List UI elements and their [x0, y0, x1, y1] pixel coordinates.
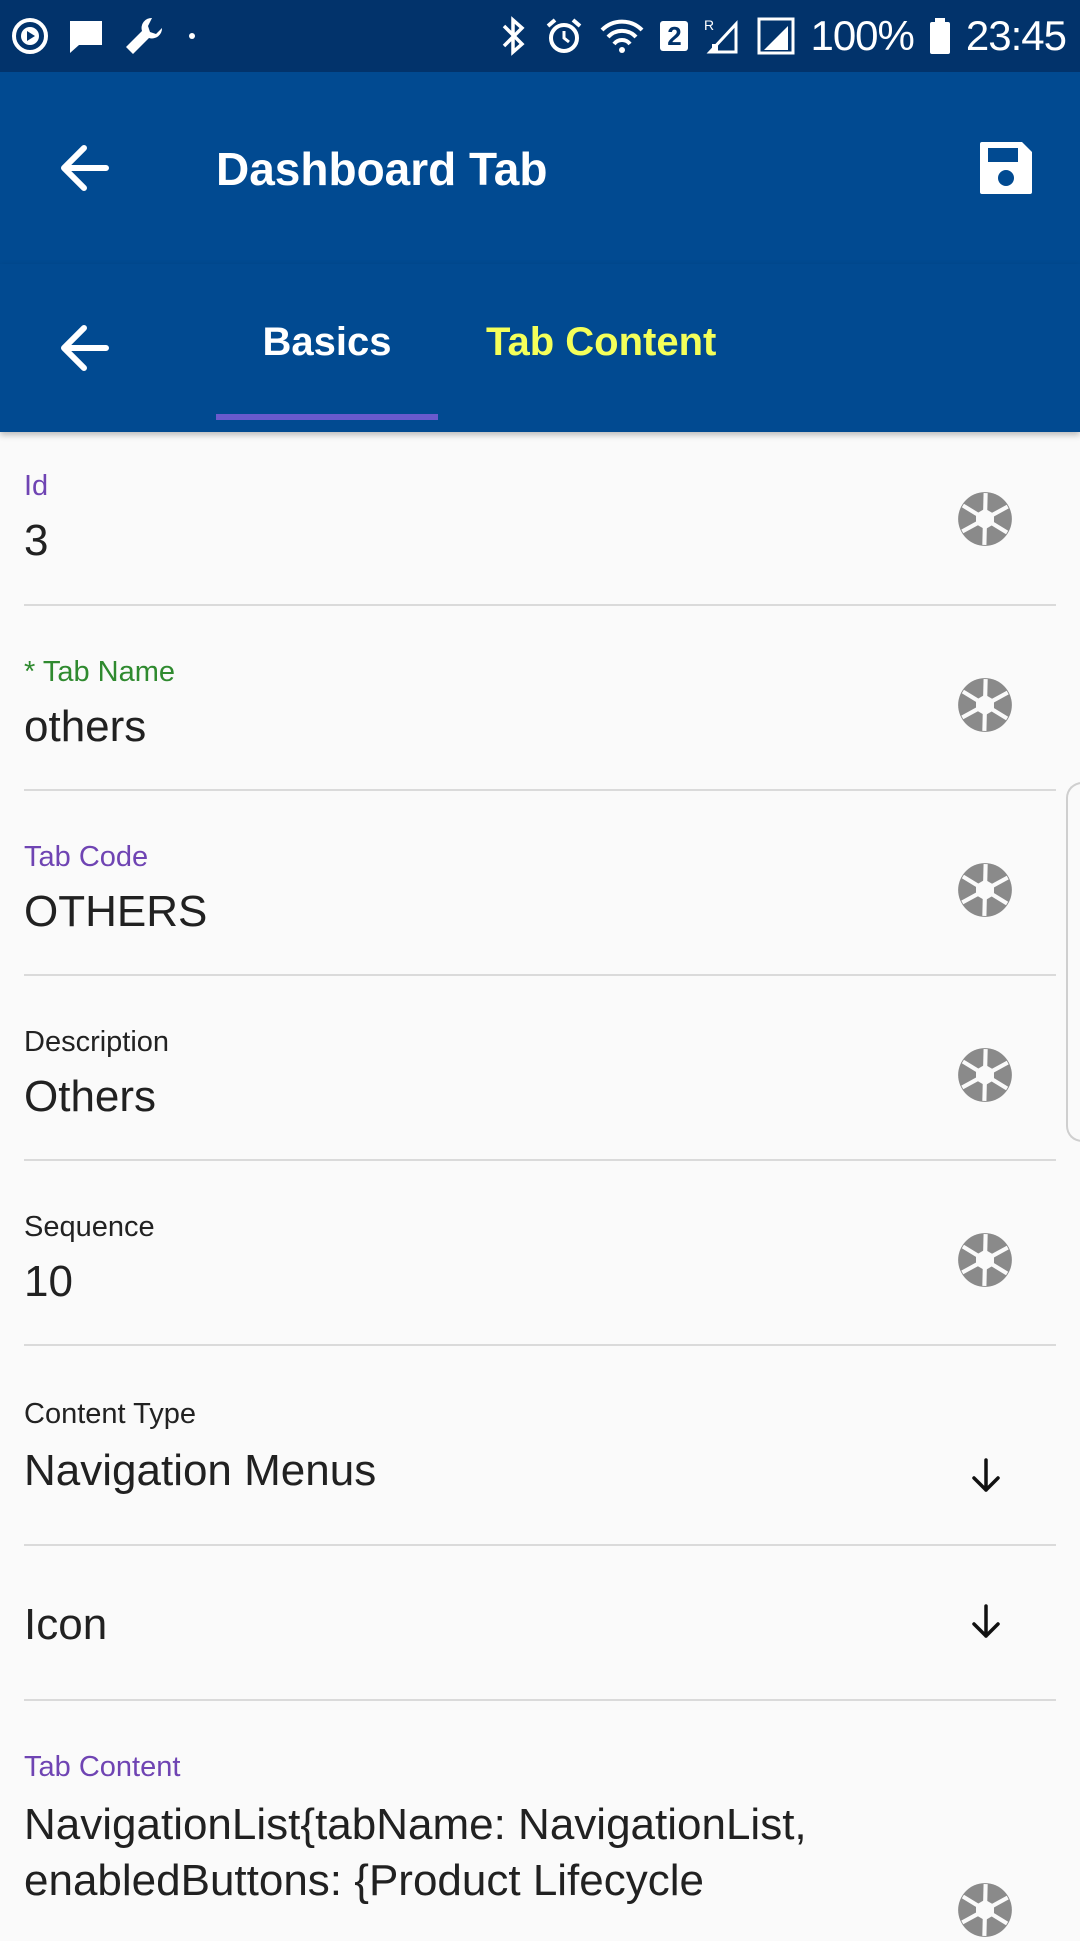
- tab-bar: Basics Tab Content: [0, 264, 1080, 432]
- roaming-signal-icon: R: [704, 17, 738, 54]
- field-label: Sequence: [24, 1211, 155, 1243]
- shutter-icon[interactable]: [954, 488, 1016, 550]
- field-tab-name[interactable]: * Tab Name others: [24, 606, 1056, 791]
- field-label: Id: [24, 470, 49, 502]
- field-content-type-select[interactable]: Content Type Navigation Menus: [24, 1346, 1056, 1546]
- shutter-icon[interactable]: [954, 859, 1016, 921]
- bluetooth-icon: [503, 16, 526, 56]
- field-label: Tab Code: [24, 841, 149, 873]
- arrow-back-icon[interactable]: [56, 140, 112, 196]
- field-value: Icon: [24, 1600, 108, 1649]
- field-label: * Tab Name: [24, 656, 175, 688]
- shutter-icon[interactable]: [954, 1879, 1016, 1941]
- svg-text:R: R: [704, 17, 714, 33]
- field-value: Others: [24, 1072, 157, 1121]
- arrow-back-icon[interactable]: [56, 320, 112, 376]
- field-description[interactable]: Description Others: [24, 976, 1056, 1161]
- battery-icon: [929, 18, 950, 54]
- field-icon-select[interactable]: Icon: [24, 1546, 1056, 1701]
- battery-percent: 100%: [810, 12, 914, 59]
- message-icon: [70, 21, 102, 53]
- active-tab-indicator: [216, 414, 438, 420]
- field-value: 10: [24, 1257, 73, 1306]
- field-tab-content[interactable]: Tab Content NavigationList{tabName: Navi…: [24, 1701, 1056, 1937]
- arrow-down-icon[interactable]: [966, 1602, 1006, 1642]
- field-value: NavigationList{tabName: NavigationList, …: [24, 1797, 807, 1909]
- sim-badge: 2: [660, 21, 689, 51]
- alarm-icon: [547, 18, 582, 53]
- dot-icon: [189, 33, 195, 39]
- clock: 23:45: [965, 12, 1067, 59]
- scroll-edge-handle[interactable]: [1066, 782, 1080, 1142]
- form: Id 3 * Tab Name others Tab Code OTHERS D…: [0, 432, 1080, 1937]
- status-bar: 2 R 100% 23:45: [0, 0, 1080, 72]
- field-label: Content Type: [24, 1398, 196, 1430]
- field-sequence[interactable]: Sequence 10: [24, 1161, 1056, 1346]
- save-icon[interactable]: [976, 138, 1036, 198]
- tab-basics[interactable]: Basics: [216, 320, 438, 380]
- field-value: others: [24, 702, 147, 751]
- field-value-line: enabledButtons: {Product Lifecycle: [24, 1856, 705, 1905]
- tab-tab-content[interactable]: Tab Content: [486, 320, 716, 380]
- field-id[interactable]: Id 3: [24, 432, 1056, 606]
- app-bar: Dashboard Tab: [0, 72, 1080, 264]
- wrench-icon: [126, 17, 163, 55]
- field-value: OTHERS: [24, 887, 208, 936]
- field-value: Navigation Menus: [24, 1446, 377, 1495]
- shutter-icon[interactable]: [954, 1229, 1016, 1291]
- field-value: 3: [24, 516, 49, 565]
- field-value-line: NavigationList{tabName: NavigationList,: [24, 1800, 807, 1849]
- shutter-icon[interactable]: [954, 1044, 1016, 1106]
- wifi-icon: [601, 19, 644, 53]
- field-tab-code[interactable]: Tab Code OTHERS: [24, 791, 1056, 976]
- arrow-down-icon[interactable]: [966, 1456, 1006, 1496]
- page-title: Dashboard Tab: [216, 143, 548, 195]
- shutter-icon[interactable]: [954, 674, 1016, 736]
- field-label: Tab Content: [24, 1751, 181, 1783]
- signal-icon: [757, 17, 795, 55]
- field-label: Description: [24, 1026, 170, 1058]
- play-circle-icon: [12, 18, 48, 54]
